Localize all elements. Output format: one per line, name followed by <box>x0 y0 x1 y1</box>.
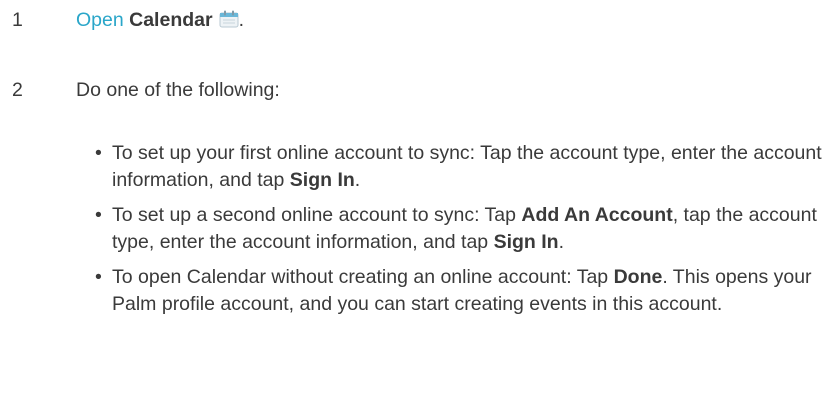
done-label: Done <box>613 266 663 288</box>
step-1-text: Open Calendar. <box>76 9 244 34</box>
step-1-period: . <box>238 9 244 31</box>
sign-in-label: Sign In <box>289 168 355 191</box>
bullet-1-tail: . <box>354 168 361 191</box>
bullet-3-part1: To open Calendar without creating an onl… <box>112 266 614 288</box>
bullet-dot: • <box>95 142 102 164</box>
list-item: • To set up your first online account to… <box>95 140 825 193</box>
bullet-2-tail: . <box>558 230 564 253</box>
bullet-2-part1: To set up a second online account to syn… <box>112 204 522 226</box>
calendar-app-name: Calendar <box>129 9 213 31</box>
bullet-dot: • <box>95 204 102 226</box>
open-link[interactable]: Open <box>76 9 124 31</box>
bullet-list: • To set up your first online account to… <box>95 140 825 326</box>
add-an-account-label: Add An Account <box>521 204 673 226</box>
bullet-1-lead: To set up your first online account to s… <box>112 142 822 191</box>
step-2-text: Do one of the following: <box>76 79 280 101</box>
calendar-icon <box>219 10 239 34</box>
sign-in-label: Sign In <box>493 230 559 253</box>
list-item: • To open Calendar without creating an o… <box>95 264 825 317</box>
step-number: 1 <box>12 9 23 31</box>
list-item: • To set up a second online account to s… <box>95 202 825 255</box>
bullet-dot: • <box>95 266 102 288</box>
step-number: 2 <box>12 79 23 101</box>
